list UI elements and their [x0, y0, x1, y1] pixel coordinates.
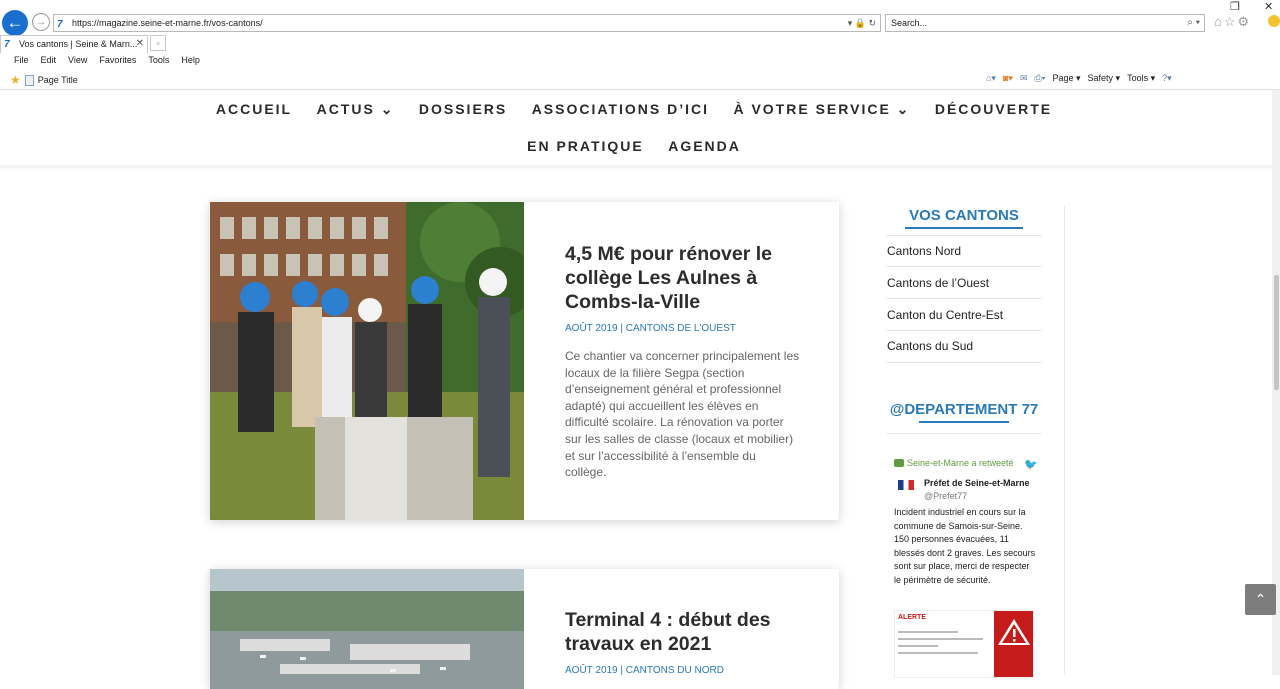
nav-votre-service[interactable]: À VOTRE SERVICE ⌄ — [733, 101, 910, 118]
tweet-image[interactable]: ALERTE — [894, 610, 1034, 678]
browser-tab[interactable]: 7 Vos cantons | Seine & Marn... ✕ — [0, 35, 148, 53]
site-navigation: ACCUEIL ACTUS ⌄ DOSSIERS ASSOCIATIONS D’… — [0, 90, 1280, 165]
restore-window-icon[interactable]: ❐ — [1230, 0, 1240, 13]
nav-decouverte[interactable]: DÉCOUVERTE — [935, 101, 1052, 117]
sidebar-divider — [1064, 206, 1065, 675]
retweet-label: Seine-et-Marne a retweeté — [894, 458, 1038, 468]
tweet-card[interactable]: Seine-et-Marne a retweeté 🐦 Préfet de Se… — [894, 458, 1038, 585]
sidebar-divider-line — [886, 266, 1042, 267]
gear-icon[interactable]: ⚙ — [1238, 14, 1252, 29]
tab-close-icon[interactable]: ✕ — [136, 36, 144, 52]
sidebar-divider-line — [886, 330, 1042, 331]
menu-file[interactable]: File — [14, 55, 29, 65]
retweet-icon — [894, 459, 904, 467]
safety-menu[interactable]: Safety ▾ — [1088, 73, 1121, 84]
mail-icon[interactable]: ✉ — [1020, 73, 1028, 84]
article-meta[interactable]: AOÛT 2019 | CANTONS DE L'OUEST — [565, 323, 736, 334]
menu-favorites[interactable]: Favorites — [99, 55, 136, 65]
search-input[interactable]: Search... ⌕ ▾ — [885, 14, 1205, 32]
favorites-bar: ★ Page Title — [10, 73, 78, 87]
sidebar-item-cantons-nord[interactable]: Cantons Nord — [887, 244, 961, 258]
retweet-text: Seine-et-Marne a retweeté — [907, 458, 1014, 468]
tools-menu[interactable]: Tools ▾ — [1127, 73, 1155, 84]
tweet-image-warning-panel — [994, 611, 1033, 677]
favorites-star-icon[interactable]: ★ — [10, 73, 21, 87]
tab-title: Vos cantons | Seine & Marn... — [19, 39, 138, 49]
back-to-top-button[interactable]: ⌃ — [1245, 584, 1276, 615]
article-title[interactable]: 4,5 M€ pour rénover le collège Les Aulne… — [565, 242, 805, 314]
nav-row-1: ACCUEIL ACTUS ⌄ DOSSIERS ASSOCIATIONS D’… — [0, 101, 1268, 119]
sidebar-item-cantons-ouest[interactable]: Cantons de l’Ouest — [887, 276, 989, 290]
author-name[interactable]: Préfet de Seine-et-Marne — [924, 478, 1036, 488]
sidebar-heading-cantons: VOS CANTONS — [886, 207, 1042, 229]
twitter-bird-icon: 🐦 — [1024, 459, 1038, 471]
tweet-image-alert: ALERTE — [898, 614, 926, 621]
nav-dossiers[interactable]: DOSSIERS — [419, 101, 507, 117]
warning-triangle-icon — [998, 619, 1030, 645]
print-icon[interactable]: ⎙▾ — [1034, 73, 1045, 84]
sidebar-heading-twitter: @DEPARTEMENT 77 — [886, 402, 1042, 423]
tweet-author[interactable]: Préfet de Seine-et-Marne @Prefet77 — [894, 478, 1038, 504]
rss-feed-icon[interactable]: ◙▾ — [1003, 73, 1013, 84]
article-photo-airport[interactable] — [210, 569, 524, 689]
menu-help[interactable]: Help — [181, 55, 200, 65]
chevron-up-icon: ⌃ — [1254, 591, 1267, 607]
address-bar[interactable]: 7 https://magazine.seine-et-marne.fr/vos… — [53, 14, 881, 32]
nav-row-2: EN PRATIQUE AGENDA — [0, 138, 1268, 156]
search-icon[interactable]: ⌕ ▾ — [1187, 15, 1200, 31]
sidebar-divider-line — [886, 235, 1042, 236]
sidebar-divider-line — [886, 298, 1042, 299]
article-card[interactable]: 4,5 M€ pour rénover le collège Les Aulne… — [210, 202, 839, 520]
heading-underline — [919, 421, 1009, 423]
tweet-text: Incident industriel en cours sur la comm… — [894, 507, 1036, 585]
url-text: https://magazine.seine-et-marne.fr/vos-c… — [72, 18, 263, 28]
help-icon[interactable]: ?▾ — [1162, 73, 1172, 84]
sidebar-divider-line — [886, 362, 1042, 363]
menu-edit[interactable]: Edit — [41, 55, 57, 65]
sidebar-item-canton-centre-est[interactable]: Canton du Centre-Est — [887, 308, 1003, 322]
menu-tools[interactable]: Tools — [148, 55, 169, 65]
home-icon[interactable]: ⌂ — [1214, 14, 1224, 29]
tab-favicon-icon: 7 — [4, 39, 10, 50]
nav-agenda[interactable]: AGENDA — [668, 138, 741, 154]
lock-refresh-icon[interactable]: ▾ 🔒 ↻ — [848, 15, 876, 31]
nav-associations[interactable]: ASSOCIATIONS D’ICI — [532, 101, 709, 117]
back-arrow-icon[interactable]: ← — [2, 10, 28, 36]
sidebar-item-cantons-sud[interactable]: Cantons du Sud — [887, 339, 973, 353]
article-meta[interactable]: AOÛT 2019 | CANTONS DU NORD — [565, 665, 724, 676]
nav-actus[interactable]: ACTUS ⌄ — [317, 101, 395, 118]
toolbar-icons[interactable]: ⌂☆⚙ — [1214, 14, 1251, 30]
new-tab-button[interactable]: ▫ — [150, 35, 166, 51]
article-card[interactable]: Terminal 4 : début des travaux en 2021 A… — [210, 569, 839, 689]
scrollbar-thumb[interactable] — [1274, 275, 1279, 390]
browser-chrome: ← → 7 https://magazine.seine-et-marne.fr… — [0, 0, 1280, 90]
search-placeholder: Search... — [891, 18, 928, 28]
author-avatar[interactable] — [898, 480, 914, 490]
article-title[interactable]: Terminal 4 : début des travaux en 2021 — [565, 608, 805, 656]
menu-bar: File Edit View Favorites Tools Help — [14, 55, 200, 65]
nav-en-pratique[interactable]: EN PRATIQUE — [527, 138, 644, 154]
close-window-icon[interactable]: ✕ — [1264, 0, 1273, 13]
tweet-image-text-lines — [898, 631, 988, 659]
forward-arrow-icon[interactable]: → — [32, 13, 50, 31]
article-excerpt: Ce chantier va concerner principalement … — [565, 349, 800, 480]
favorites-star-icon[interactable]: ☆ — [1224, 14, 1238, 29]
feedback-smiley-icon[interactable] — [1268, 15, 1280, 27]
site-favicon-icon: 7 — [57, 19, 63, 30]
menu-view[interactable]: View — [68, 55, 87, 65]
twitter-heading-text: @DEPARTEMENT 77 — [889, 401, 1039, 418]
page-icon — [24, 74, 34, 86]
command-bar: ⌂▾ ◙▾ ✉ ⎙▾ Page ▾ Safety ▾ Tools ▾ ?▾ — [986, 73, 1172, 84]
author-handle[interactable]: @Prefet77 — [924, 491, 967, 501]
sidebar-divider-line — [886, 433, 1042, 434]
article-photo-college[interactable] — [210, 202, 524, 520]
page-menu[interactable]: Page ▾ — [1052, 73, 1080, 84]
home-icon[interactable]: ⌂▾ — [986, 73, 996, 84]
favorites-page-title[interactable]: Page Title — [38, 75, 78, 85]
nav-accueil[interactable]: ACCUEIL — [216, 101, 292, 117]
